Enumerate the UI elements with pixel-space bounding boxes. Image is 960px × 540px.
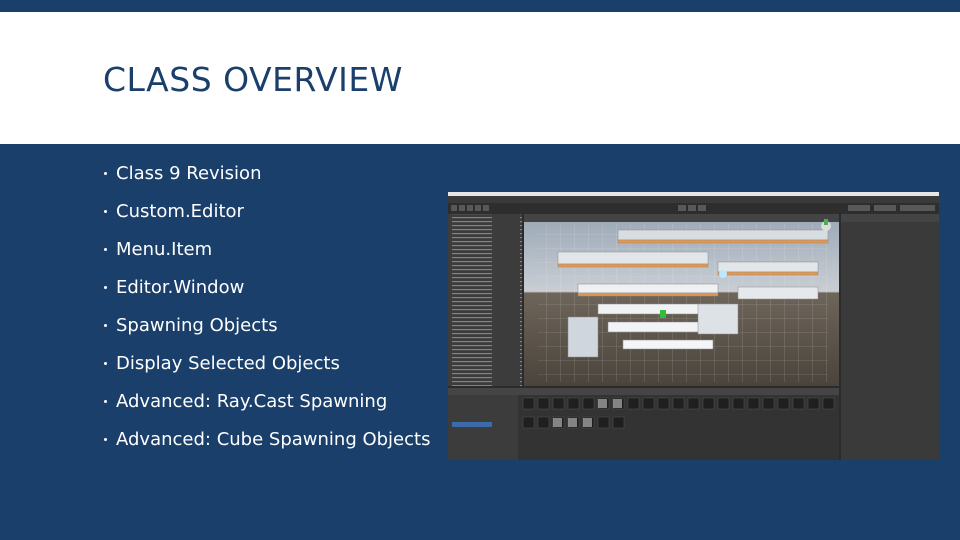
bullet-text: Spawning Objects [116,315,278,336]
bullet-text: Custom.Editor [116,201,244,222]
bullet-text: Display Selected Objects [116,353,340,374]
bullet-item: Advanced: Cube Spawning Objects [100,424,430,462]
bullet-dot-icon [104,438,107,441]
bullet-item: Display Selected Objects [100,348,430,386]
top-accent-bar [0,0,960,12]
bullet-list: Class 9 Revision Custom.Editor Menu.Item… [100,158,430,462]
unity-editor-image [448,192,939,460]
bullet-text: Class 9 Revision [116,163,262,184]
slide: CLASS OVERVIEW Class 9 Revision Custom.E… [0,0,960,540]
unity-editor-screenshot [448,192,939,460]
bullet-dot-icon [104,210,107,213]
bullet-dot-icon [104,286,107,289]
bullet-text: Advanced: Cube Spawning Objects [116,429,431,450]
slide-title: CLASS OVERVIEW [103,60,403,99]
bullet-item: Editor.Window [100,272,430,310]
bullet-text: Menu.Item [116,239,213,260]
bullet-item: Custom.Editor [100,196,430,234]
bullet-text: Advanced: Ray.Cast Spawning [116,391,388,412]
bullet-text: Editor.Window [116,277,245,298]
bullet-dot-icon [104,400,107,403]
bullet-dot-icon [104,362,107,365]
bullet-item: Menu.Item [100,234,430,272]
bullet-item: Class 9 Revision [100,158,430,196]
bullet-item: Advanced: Ray.Cast Spawning [100,386,430,424]
bullet-dot-icon [104,324,107,327]
bullet-dot-icon [104,172,107,175]
bullet-dot-icon [104,248,107,251]
bullet-item: Spawning Objects [100,310,430,348]
